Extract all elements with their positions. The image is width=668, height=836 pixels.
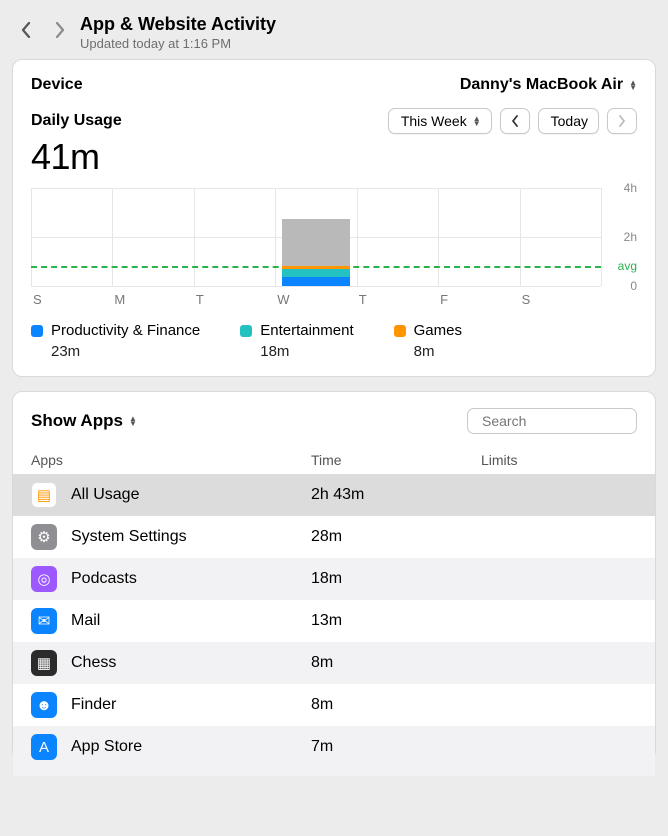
prev-period-button[interactable] (500, 108, 530, 134)
x-tick: M (114, 292, 125, 307)
usage-panel: Device Danny's MacBook Air ▲▼ Daily Usag… (12, 59, 656, 377)
device-selected: Danny's MacBook Air (460, 76, 623, 94)
app-icon: ◎ (31, 566, 57, 592)
period-selected: This Week (401, 113, 467, 129)
app-icon: ▦ (31, 650, 57, 676)
app-name: Finder (71, 696, 311, 714)
legend-value: 23m (51, 343, 200, 360)
period-select[interactable]: This Week ▲▼ (388, 108, 492, 134)
y-tick: 4h (624, 181, 637, 195)
x-tick: W (277, 292, 289, 307)
legend-name: Entertainment (260, 322, 353, 339)
next-period-button[interactable] (607, 108, 637, 134)
chart-legend: Productivity & Finance 23m Entertainment 18… (31, 322, 637, 360)
app-list: ▤ All Usage2h 43m ⚙ System Settings28m ◎ Podc… (13, 474, 655, 776)
legend-item: Productivity & Finance 23m (31, 322, 200, 360)
legend-item: Games 8m (394, 322, 462, 360)
swatch-icon (31, 325, 43, 337)
device-select[interactable]: Danny's MacBook Air ▲▼ (460, 76, 637, 94)
legend-name: Productivity & Finance (51, 322, 200, 339)
app-icon: A (31, 734, 57, 760)
y-tick: 0 (630, 279, 637, 293)
header-nav: App & Website Activity Updated today at … (12, 12, 656, 59)
legend-item: Entertainment 18m (240, 322, 353, 360)
device-label: Device (31, 76, 83, 94)
app-name: App Store (71, 738, 311, 756)
today-button[interactable]: Today (538, 108, 599, 134)
updown-icon: ▲▼ (473, 116, 481, 126)
x-tick: S (33, 292, 42, 307)
page-title: App & Website Activity (80, 14, 276, 35)
legend-name: Games (414, 322, 462, 339)
swatch-icon (240, 325, 252, 337)
updown-icon: ▲▼ (129, 416, 137, 426)
table-row[interactable]: ◎ Podcasts18m (13, 558, 655, 600)
table-header: Apps Time Limits (31, 448, 637, 474)
app-icon: ☻ (31, 692, 57, 718)
col-limits: Limits (481, 452, 637, 468)
app-name: All Usage (71, 486, 311, 504)
legend-value: 18m (260, 343, 353, 360)
table-row[interactable]: ▤ All Usage2h 43m (13, 474, 655, 516)
updown-icon: ▲▼ (629, 80, 637, 90)
col-time: Time (311, 452, 481, 468)
show-apps-select[interactable]: Show Apps ▲▼ (31, 411, 137, 431)
app-icon: ⚙ (31, 524, 57, 550)
table-row[interactable]: ⚙ System Settings28m (13, 516, 655, 558)
app-time: 7m (311, 738, 481, 756)
app-time: 2h 43m (311, 486, 481, 504)
app-time: 8m (311, 654, 481, 672)
app-name: Mail (71, 612, 311, 630)
col-apps: Apps (31, 452, 311, 468)
x-tick: T (359, 292, 367, 307)
usage-chart: 4h 2h 0 avg SMTWTFS (31, 188, 637, 308)
apps-panel: Show Apps ▲▼ Apps Time Limits ▤ All Usage… (12, 391, 656, 761)
avg-label: avg (618, 259, 637, 273)
x-tick: F (440, 292, 448, 307)
x-tick: T (196, 292, 204, 307)
app-time: 28m (311, 528, 481, 546)
app-icon: ✉ (31, 608, 57, 634)
app-name: System Settings (71, 528, 311, 546)
table-row[interactable]: ☻ Finder8m (13, 684, 655, 726)
table-row[interactable]: ✉ Mail13m (13, 600, 655, 642)
search-field[interactable] (467, 408, 637, 434)
app-time: 13m (311, 612, 481, 630)
table-row[interactable]: ▦ Chess8m (13, 642, 655, 684)
daily-usage-label: Daily Usage (31, 112, 122, 130)
x-tick: S (522, 292, 531, 307)
swatch-icon (394, 325, 406, 337)
table-row[interactable]: A App Store7m (13, 726, 655, 768)
daily-usage-total: 41m (31, 136, 637, 178)
back-button[interactable] (20, 20, 32, 40)
app-name: Podcasts (71, 570, 311, 588)
legend-value: 8m (414, 343, 462, 360)
y-tick: 2h (624, 230, 637, 244)
app-name: Chess (71, 654, 311, 672)
forward-button[interactable] (54, 20, 66, 40)
search-input[interactable] (482, 413, 663, 429)
app-icon: ▤ (31, 482, 57, 508)
app-time: 8m (311, 696, 481, 714)
page-subtitle: Updated today at 1:16 PM (80, 36, 276, 51)
app-time: 18m (311, 570, 481, 588)
